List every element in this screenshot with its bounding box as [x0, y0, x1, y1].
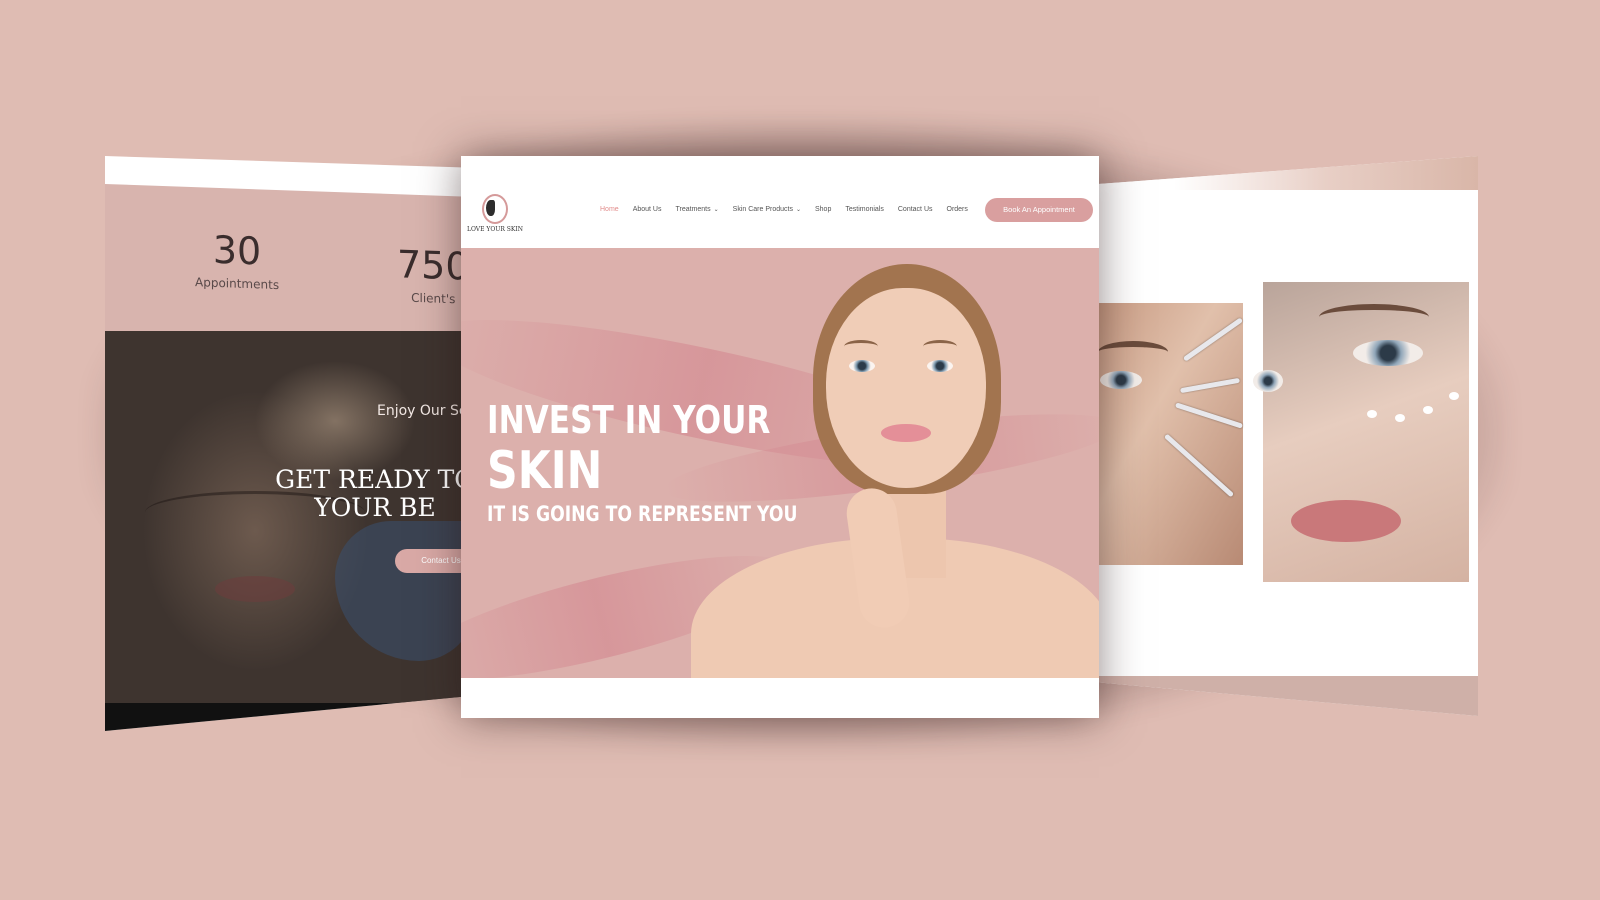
hero-subtitle: IT IS GOING TO REPRESENT YOU [487, 502, 798, 526]
nav-about-us[interactable]: About Us [633, 206, 662, 213]
services-tagline: Enjoy Our Se [377, 403, 465, 419]
nav-contact-us[interactable]: Contact Us [898, 206, 933, 213]
nav-testimonials[interactable]: Testimonials [845, 206, 884, 213]
hero-line-1: INVEST IN YOUR [487, 398, 771, 442]
headline-line-2: YOUR BE [314, 493, 436, 522]
nav-shop[interactable]: Shop [815, 206, 831, 213]
stat-label: Appointments [195, 275, 280, 293]
nav-label: Orders [946, 206, 968, 213]
lips [1291, 500, 1401, 542]
nav-label: Skin Care Products [732, 206, 793, 213]
stat-appointments: 30 Appointments [195, 227, 279, 292]
hero-line-2: SKIN [487, 441, 603, 501]
cream-dots-photo [1253, 282, 1469, 582]
eyebrow [844, 340, 878, 353]
nav-home[interactable]: Home [600, 206, 619, 213]
lips [215, 576, 295, 602]
nav-orders[interactable]: Orders [947, 206, 968, 213]
headline-line-1: GET READY TO [275, 465, 465, 494]
eye [1253, 370, 1283, 392]
left-preview-panel: 30 Appointments 750 Client's Enjoy Our S… [105, 156, 465, 731]
site-header: LOVE YOUR SKIN Home About Us Treatments ⌄… [461, 156, 1099, 248]
eyebrow [1098, 341, 1168, 363]
nav-label: Treatments [675, 206, 711, 213]
main-nav: Home About Us Treatments ⌄ Skin Care Prod… [600, 206, 982, 213]
nav-treatments[interactable]: Treatments ⌄ [675, 206, 718, 213]
stat-clients: 750 Client's [397, 242, 465, 307]
stats-band: 30 Appointments 750 Client's [105, 184, 465, 345]
stat-number: 30 [212, 227, 262, 274]
eye [849, 360, 875, 372]
nav-label: Shop [815, 206, 832, 213]
serum-dropper-photo [1098, 303, 1244, 565]
lips [881, 424, 931, 442]
dropper-1 [1182, 317, 1244, 362]
cream-dot [1395, 414, 1405, 422]
eye [1353, 340, 1423, 366]
stat-label: Client's [411, 290, 456, 307]
logo-text: LOVE YOUR SKIN [467, 226, 523, 233]
nav-label: Contact Us [897, 206, 933, 213]
right-preview-panel [1098, 156, 1478, 716]
nav-label: About Us [632, 206, 662, 213]
glove-hand [335, 521, 465, 661]
book-appointment-button[interactable]: Book An Appointment [985, 198, 1093, 222]
eye [927, 360, 953, 372]
nav-label: Home [600, 206, 619, 213]
homepage-preview: LOVE YOUR SKIN Home About Us Treatments ⌄… [461, 156, 1099, 718]
nav-skin-care-products[interactable]: Skin Care Products ⌄ [733, 206, 801, 213]
eyebrow [1319, 304, 1429, 330]
chevron-down-icon: ⌄ [713, 207, 719, 213]
cream-dot [1367, 410, 1377, 418]
left-headline: GET READY TO YOUR BE [245, 466, 465, 522]
dropper-4 [1163, 433, 1235, 498]
eyebrow [923, 340, 957, 353]
eye [1100, 371, 1142, 389]
page-bottom [461, 678, 1099, 718]
cream-dot [1423, 406, 1433, 414]
face-logo-icon [482, 194, 508, 224]
dropper-2 [1180, 377, 1240, 394]
hero-banner: INVEST IN YOUR SKIN IT IS GOING TO REPRE… [461, 248, 1099, 678]
site-logo[interactable]: LOVE YOUR SKIN [467, 194, 523, 233]
contact-us-button[interactable]: Contact Us [395, 549, 465, 573]
cream-dot [1449, 392, 1459, 400]
nav-label: Testimonials [845, 206, 884, 213]
chevron-down-icon: ⌄ [795, 207, 801, 213]
stat-number: 750 [397, 242, 465, 289]
hero-heading: INVEST IN YOUR SKIN IT IS GOING TO REPRE… [487, 398, 866, 528]
dropper-3 [1174, 402, 1244, 429]
